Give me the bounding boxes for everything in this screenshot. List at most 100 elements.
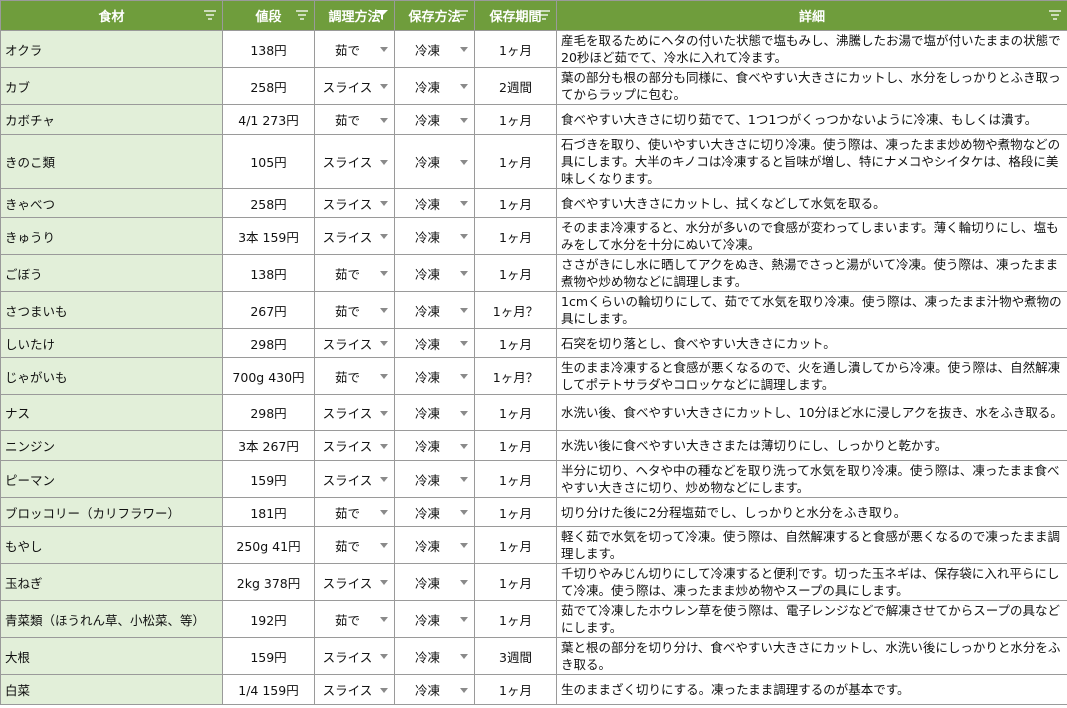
- cell-price[interactable]: 3本 159円: [222, 217, 315, 255]
- cell-period[interactable]: 1ヶ月: [474, 394, 557, 431]
- dropdown-arrow-icon[interactable]: [380, 543, 388, 548]
- cell-storage-select[interactable]: 冷凍: [394, 291, 475, 329]
- dropdown-arrow-icon[interactable]: [460, 580, 468, 585]
- dropdown-arrow-icon[interactable]: [460, 341, 468, 346]
- cell-detail[interactable]: 水洗い後に食べやすい大きさまたは薄切りにし、しっかりと乾かす。: [556, 430, 1067, 461]
- cell-method-select[interactable]: スライス: [314, 394, 395, 431]
- cell-period[interactable]: 1ヶ月: [474, 526, 557, 564]
- cell-price[interactable]: 267円: [222, 291, 315, 329]
- dropdown-arrow-icon[interactable]: [460, 271, 468, 276]
- cell-period[interactable]: 1ヶ月: [474, 104, 557, 135]
- cell-method-select[interactable]: 茹で: [314, 497, 395, 527]
- cell-storage-select[interactable]: 冷凍: [394, 563, 475, 601]
- cell-storage-select[interactable]: 冷凍: [394, 254, 475, 292]
- header-detail[interactable]: 詳細: [556, 0, 1067, 31]
- cell-storage-select[interactable]: 冷凍: [394, 460, 475, 498]
- cell-method-select[interactable]: スライス: [314, 217, 395, 255]
- cell-method-select[interactable]: スライス: [314, 563, 395, 601]
- dropdown-arrow-icon[interactable]: [460, 510, 468, 515]
- cell-method-select[interactable]: 茹で: [314, 254, 395, 292]
- dropdown-arrow-icon[interactable]: [460, 443, 468, 449]
- cell-food[interactable]: きのこ類: [0, 134, 223, 189]
- cell-period[interactable]: 2週間: [474, 67, 557, 105]
- header-storage[interactable]: 保存方法: [394, 0, 475, 31]
- filter-dropdown-icon[interactable]: [204, 10, 216, 20]
- cell-detail[interactable]: 葉の部分も根の部分も同様に、食べやすい大きさにカットし、水分をしっかりとふき取っ…: [556, 67, 1067, 105]
- cell-food[interactable]: ピーマン: [0, 460, 223, 498]
- cell-food[interactable]: カブ: [0, 67, 223, 105]
- cell-method-select[interactable]: 茹で: [314, 104, 395, 135]
- dropdown-arrow-icon[interactable]: [380, 117, 388, 123]
- dropdown-arrow-icon[interactable]: [380, 580, 388, 585]
- cell-storage-select[interactable]: 冷凍: [394, 600, 475, 638]
- header-method[interactable]: 調理方法: [314, 0, 395, 31]
- cell-storage-select[interactable]: 冷凍: [394, 217, 475, 255]
- cell-method-select[interactable]: スライス: [314, 674, 395, 705]
- dropdown-arrow-icon[interactable]: [380, 654, 388, 659]
- cell-price[interactable]: 138円: [222, 30, 315, 68]
- cell-method-select[interactable]: 茹で: [314, 600, 395, 638]
- cell-storage-select[interactable]: 冷凍: [394, 328, 475, 358]
- filter-dropdown-icon[interactable]: [1049, 10, 1061, 20]
- cell-food[interactable]: 白菜: [0, 674, 223, 705]
- cell-price[interactable]: 192円: [222, 600, 315, 638]
- dropdown-arrow-icon[interactable]: [460, 308, 468, 313]
- cell-period[interactable]: 1ヶ月: [474, 134, 557, 189]
- dropdown-arrow-icon[interactable]: [460, 234, 468, 239]
- cell-detail[interactable]: 水洗い後、食べやすい大きさにカットし、10分ほど水に浸しアクを抜き、水をふき取る…: [556, 394, 1067, 431]
- cell-method-select[interactable]: 茹で: [314, 526, 395, 564]
- header-price[interactable]: 値段: [222, 0, 315, 31]
- cell-detail[interactable]: 食べやすい大きさにカットし、拭くなどして水気を取る。: [556, 188, 1067, 218]
- dropdown-arrow-icon[interactable]: [380, 477, 388, 482]
- cell-price[interactable]: 250g 41円: [222, 526, 315, 564]
- filter-active-icon[interactable]: [376, 10, 388, 20]
- filter-dropdown-icon[interactable]: [538, 10, 550, 20]
- dropdown-arrow-icon[interactable]: [380, 308, 388, 313]
- cell-method-select[interactable]: スライス: [314, 134, 395, 189]
- dropdown-arrow-icon[interactable]: [460, 117, 468, 123]
- cell-price[interactable]: 105円: [222, 134, 315, 189]
- header-food[interactable]: 食材: [0, 0, 223, 31]
- cell-detail[interactable]: 切り分けた後に2分程塩茹でし、しっかりと水分をふき取り。: [556, 497, 1067, 527]
- cell-period[interactable]: 1ヶ月？: [474, 357, 557, 395]
- cell-detail[interactable]: 生のままざく切りにする。凍ったまま調理するのが基本です。: [556, 674, 1067, 705]
- cell-detail[interactable]: 葉と根の部分を切り分け、食べやすい大きさにカットし、水洗い後にしっかりと水分をふ…: [556, 637, 1067, 675]
- cell-storage-select[interactable]: 冷凍: [394, 67, 475, 105]
- cell-detail[interactable]: 半分に切り、ヘタや中の種などを取り洗って水気を取り冷凍。使う際は、凍ったまま食べ…: [556, 460, 1067, 498]
- cell-period[interactable]: 1ヶ月: [474, 30, 557, 68]
- cell-storage-select[interactable]: 冷凍: [394, 430, 475, 461]
- cell-price[interactable]: 298円: [222, 328, 315, 358]
- dropdown-arrow-icon[interactable]: [380, 201, 388, 206]
- cell-period[interactable]: 1ヶ月？: [474, 291, 557, 329]
- cell-price[interactable]: 181円: [222, 497, 315, 527]
- cell-period[interactable]: 3週間: [474, 637, 557, 675]
- cell-detail[interactable]: 茹でて冷凍したホウレン草を使う際は、電子レンジなどで解凍させてからスープの具など…: [556, 600, 1067, 638]
- dropdown-arrow-icon[interactable]: [460, 654, 468, 659]
- cell-food[interactable]: ナス: [0, 394, 223, 431]
- cell-food[interactable]: オクラ: [0, 30, 223, 68]
- cell-detail[interactable]: 食べやすい大きさに切り茹でて、1つ1つがくっつかないように冷凍、もしくは潰す。: [556, 104, 1067, 135]
- dropdown-arrow-icon[interactable]: [460, 201, 468, 206]
- dropdown-arrow-icon[interactable]: [380, 271, 388, 276]
- cell-food[interactable]: じゃがいも: [0, 357, 223, 395]
- cell-period[interactable]: 1ヶ月: [474, 430, 557, 461]
- cell-price[interactable]: 258円: [222, 188, 315, 218]
- cell-detail[interactable]: 1cmくらいの輪切りにして、茹でて水気を取り冷凍。使う際は、凍ったまま汁物や煮物…: [556, 291, 1067, 329]
- cell-price[interactable]: 298円: [222, 394, 315, 431]
- cell-detail[interactable]: ささがきにし水に晒してアクをぬき、熱湯でさっと湯がいて冷凍。使う際は、凍ったまま…: [556, 254, 1067, 292]
- cell-detail[interactable]: 軽く茹で水気を切って冷凍。使う際は、自然解凍すると食感が悪くなるので凍ったまま調…: [556, 526, 1067, 564]
- filter-dropdown-icon[interactable]: [296, 10, 308, 20]
- cell-storage-select[interactable]: 冷凍: [394, 188, 475, 218]
- cell-storage-select[interactable]: 冷凍: [394, 394, 475, 431]
- cell-method-select[interactable]: スライス: [314, 460, 395, 498]
- cell-price[interactable]: 4/1 273円: [222, 104, 315, 135]
- cell-food[interactable]: 大根: [0, 637, 223, 675]
- cell-storage-select[interactable]: 冷凍: [394, 526, 475, 564]
- cell-storage-select[interactable]: 冷凍: [394, 104, 475, 135]
- dropdown-arrow-icon[interactable]: [380, 341, 388, 346]
- cell-method-select[interactable]: スライス: [314, 430, 395, 461]
- cell-food[interactable]: カボチャ: [0, 104, 223, 135]
- cell-storage-select[interactable]: 冷凍: [394, 357, 475, 395]
- cell-period[interactable]: 1ヶ月: [474, 328, 557, 358]
- cell-period[interactable]: 1ヶ月: [474, 460, 557, 498]
